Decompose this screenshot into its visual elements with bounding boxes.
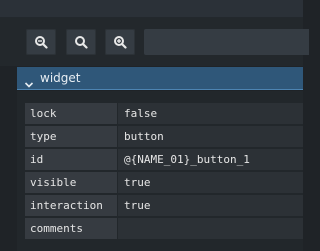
zoom-toolbar <box>0 18 309 66</box>
property-value-field[interactable]: button <box>118 126 303 147</box>
property-value-field[interactable]: true <box>118 195 303 216</box>
section-title: widget <box>40 71 81 85</box>
property-row-type: type button <box>25 126 303 148</box>
property-row-comments: comments <box>25 218 303 240</box>
widget-section-header[interactable]: widget <box>17 67 303 90</box>
panel-top-bar <box>0 0 303 18</box>
property-row-lock: lock false <box>25 103 303 125</box>
search-input[interactable] <box>144 29 309 55</box>
property-key: interaction <box>25 195 117 216</box>
property-row-id: id @{NAME_01}_button_1 <box>25 149 303 171</box>
property-value-field[interactable]: @{NAME_01}_button_1 <box>118 149 303 170</box>
zoom-in-button[interactable] <box>105 29 135 55</box>
property-row-visible: visible true <box>25 172 303 194</box>
property-key: type <box>25 126 117 147</box>
property-value-field[interactable]: true <box>118 172 303 193</box>
zoom-reset-button[interactable] <box>66 29 96 55</box>
property-key: id <box>25 149 117 170</box>
property-row-interaction: interaction true <box>25 195 303 217</box>
property-inspector-panel: widget lock false type button id @{NAME_… <box>0 0 309 251</box>
property-key: comments <box>25 218 117 239</box>
property-key: lock <box>25 103 117 124</box>
zoom-out-button[interactable] <box>26 29 56 55</box>
property-value-field[interactable]: false <box>118 103 303 124</box>
property-value-field[interactable] <box>118 218 303 239</box>
property-key: visible <box>25 172 117 193</box>
